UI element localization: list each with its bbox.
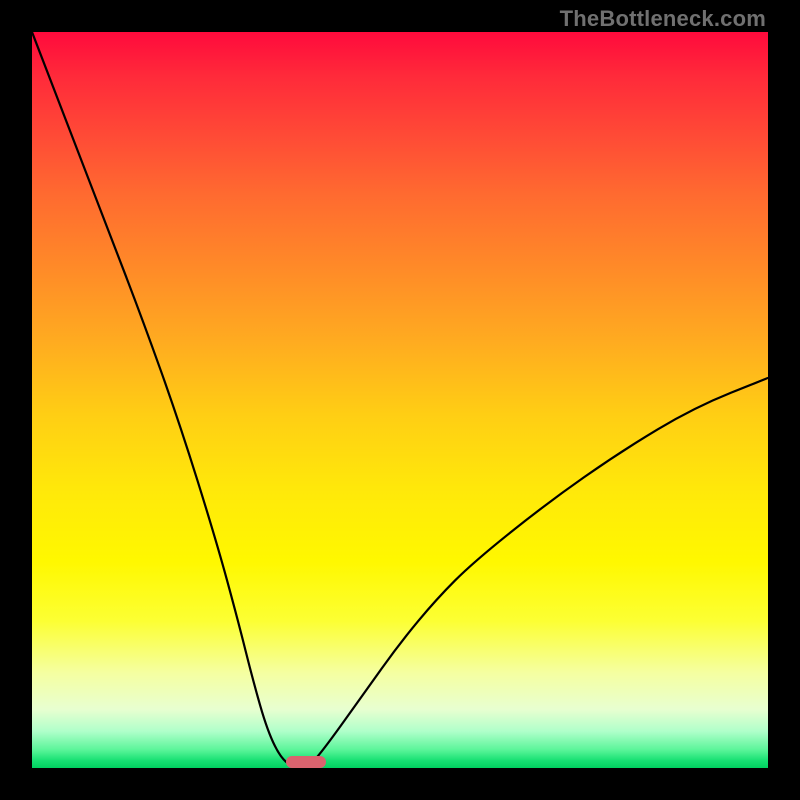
ideal-zone-marker [286, 756, 326, 768]
bottleneck-curve [32, 32, 768, 768]
watermark-text: TheBottleneck.com [560, 6, 766, 32]
plot-area [32, 32, 768, 768]
chart-frame: TheBottleneck.com [0, 0, 800, 800]
curve-layer [32, 32, 768, 768]
